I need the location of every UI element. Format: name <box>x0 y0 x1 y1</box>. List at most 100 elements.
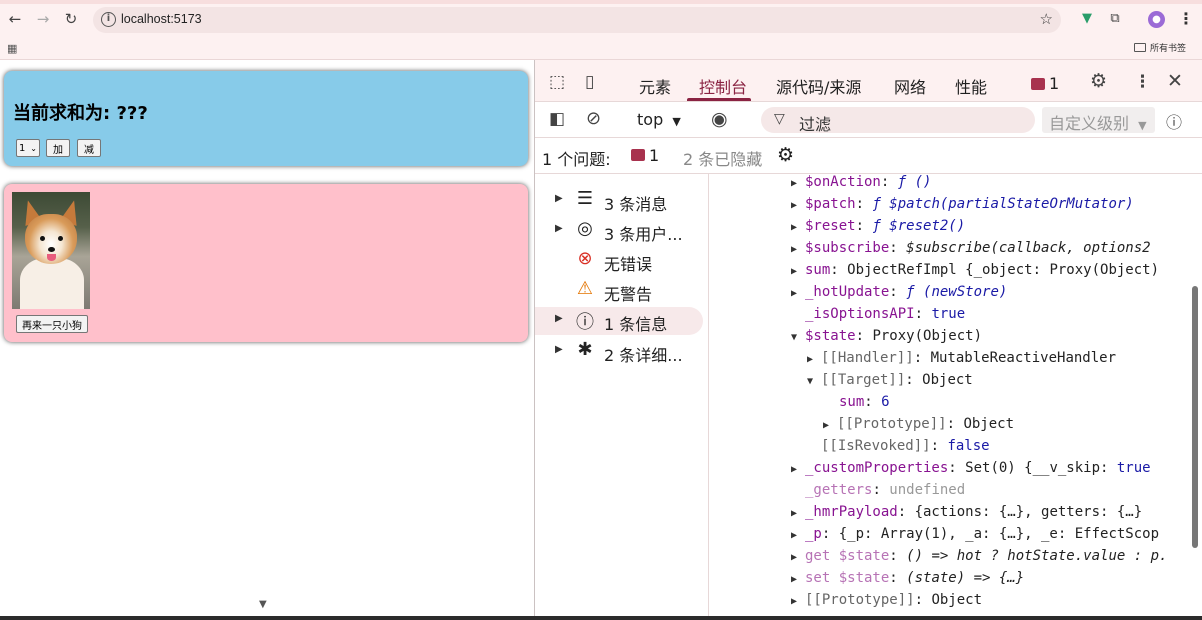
sidebar-item-messages[interactable]: ▶ ☰ 3 条消息 <box>535 187 703 215</box>
user-icon: ◎ <box>577 218 593 239</box>
expand-icon[interactable]: ▶ <box>791 174 805 195</box>
info-icon[interactable]: ⓘ <box>1166 109 1182 133</box>
context-selector[interactable]: top ▼ <box>637 110 681 129</box>
console-line[interactable]: ▶ $patch: ƒ $patch(partialStateOrMutator) <box>791 193 1134 215</box>
console-line[interactable]: _isOptionsAPI: true <box>805 303 965 325</box>
expand-icon[interactable]: ▶ <box>791 591 805 613</box>
console-line[interactable]: _getters: undefined <box>805 479 965 501</box>
inspect-element-icon[interactable]: ⬚ <box>549 72 565 92</box>
all-bookmarks[interactable]: 所有书签 <box>1134 41 1186 54</box>
tab-performance[interactable]: 性能 <box>955 74 987 98</box>
expand-icon[interactable]: ▶ <box>555 193 563 204</box>
close-icon[interactable]: ✕ <box>1167 70 1183 92</box>
console-line[interactable]: sum: 6 <box>839 391 890 413</box>
console-line[interactable]: ▶ get $state: () => hot ? hotState.value … <box>791 545 1167 567</box>
prop-value: true <box>1116 460 1151 476</box>
expand-icon[interactable]: ▶ <box>791 195 805 217</box>
prop-key: _getters <box>805 482 873 498</box>
address-bar[interactable]: i localhost:5173 ☆ <box>93 7 1061 33</box>
reload-icon[interactable]: ↻ <box>63 11 79 27</box>
clear-console-icon[interactable]: ⊘ <box>586 108 601 129</box>
messages-badge[interactable]: 1 <box>1031 74 1059 93</box>
tab-network[interactable]: 网络 <box>894 74 926 98</box>
console-output[interactable]: ▶ $onAction: ƒ () ▶ $patch: ƒ $patch(parti… <box>709 174 1191 620</box>
error-icon: ⊗ <box>577 248 593 269</box>
expand-icon[interactable]: ▶ <box>791 547 805 569</box>
expand-icon[interactable]: ▶ <box>823 415 837 437</box>
menu-icon[interactable]: ⋮ <box>1178 9 1194 28</box>
prop-key: $reset <box>805 218 856 234</box>
expand-icon[interactable]: ▶ <box>791 525 805 547</box>
profile-icon[interactable]: ● <box>1148 11 1165 28</box>
apps-icon[interactable]: ▦ <box>7 42 17 55</box>
console-line[interactable]: ▶ set $state: (state) => {…} <box>791 567 1024 589</box>
console-line[interactable]: ▶ _p: {_p: Array(1), _a: {…}, _e: EffectS… <box>791 523 1159 545</box>
expand-icon[interactable]: ▶ <box>791 283 805 305</box>
sidebar-toggle-icon[interactable]: ◧ <box>549 109 565 129</box>
console-line[interactable]: ▶ $reset: ƒ $reset2() <box>791 215 965 237</box>
prop-value: ƒ (newStore) <box>906 284 1008 300</box>
add-button[interactable]: 加 <box>46 139 70 157</box>
settings-icon[interactable]: ⚙ <box>777 144 794 166</box>
sidebar-item-verbose[interactable]: ▶ ✱ 2 条详细... <box>535 338 703 366</box>
settings-icon[interactable]: ⚙ <box>1090 70 1107 92</box>
console-line[interactable]: ▶ _hotUpdate: ƒ (newStore) <box>791 281 1007 303</box>
sidebar-item-errors[interactable]: ⊗ 无错误 <box>535 247 703 275</box>
warning-icon: ⚠ <box>576 278 594 299</box>
filter-input[interactable]: ▽ 过滤 <box>761 107 1035 134</box>
tab-sources[interactable]: 源代码/来源 <box>776 74 861 98</box>
star-icon[interactable]: ☆ <box>1040 10 1053 28</box>
all-bookmarks-label: 所有书签 <box>1150 44 1187 54</box>
console-line[interactable]: ▼ [[Target]]: Object <box>807 369 973 391</box>
subtract-button[interactable]: 减 <box>77 139 101 157</box>
expand-icon[interactable]: ▶ <box>555 223 563 234</box>
console-line[interactable]: ▶ sum: ObjectRefImpl {_object: Proxy(Obje… <box>791 259 1159 281</box>
url-text[interactable]: localhost:5173 <box>121 12 202 26</box>
expand-icon[interactable]: ▶ <box>791 569 805 591</box>
device-toolbar-icon[interactable]: ▯ <box>585 72 594 92</box>
console-line[interactable]: ▶ _hmrPayload: {actions: {…}, getters: {…… <box>791 501 1142 523</box>
more-options-icon[interactable]: ⋮ <box>1134 72 1151 92</box>
vue-devtools-icon[interactable]: ▼ <box>1078 10 1096 28</box>
scroll-down-icon[interactable]: ▼ <box>259 599 267 610</box>
extensions-icon[interactable]: ⧉ <box>1106 10 1124 28</box>
expand-icon[interactable]: ▶ <box>791 217 805 239</box>
tab-console[interactable]: 控制台 <box>699 74 747 98</box>
collapse-icon[interactable]: ▼ <box>807 371 821 393</box>
console-scrollbar[interactable] <box>1192 286 1198 548</box>
sidebar-item-user-messages[interactable]: ▶ ◎ 3 条用户... <box>535 217 703 245</box>
issues-count[interactable]: 1 <box>649 146 659 165</box>
console-line[interactable]: [[IsRevoked]]: false <box>821 435 990 457</box>
tab-elements[interactable]: 元素 <box>639 74 671 98</box>
expand-icon[interactable]: ▶ <box>791 261 805 283</box>
forward-icon[interactable]: → <box>35 11 51 27</box>
expand-icon[interactable]: ▶ <box>555 344 563 355</box>
back-icon[interactable]: ← <box>7 11 23 27</box>
console-line[interactable]: ▶ [[Prototype]]: Object <box>791 589 982 611</box>
another-dog-button[interactable]: 再来一只小狗 <box>16 315 88 333</box>
expand-icon[interactable]: ▶ <box>807 349 821 371</box>
log-levels-dropdown[interactable]: 自定义级别 ▼ <box>1042 107 1155 133</box>
step-select[interactable]: 1 ⌄ <box>16 139 40 157</box>
expand-icon[interactable]: ▶ <box>791 239 805 261</box>
eye-icon[interactable]: ◉ <box>711 108 728 130</box>
sidebar-item-warnings[interactable]: ⚠ 无警告 <box>535 277 703 305</box>
dog-tongue <box>47 254 56 261</box>
sidebar-item-info[interactable]: ▶ ⓘ 1 条信息 <box>535 307 703 335</box>
expand-icon[interactable]: ▶ <box>791 503 805 525</box>
expand-icon[interactable]: ▶ <box>791 459 805 481</box>
info-icon: ⓘ <box>576 312 594 333</box>
console-toolbar: ◧ ⊘ top ▼ ◉ ▽ 过滤 自定义级别 ▼ ⓘ <box>535 102 1202 138</box>
console-line[interactable]: ▼ $state: Proxy(Object) <box>791 325 982 347</box>
console-sidebar: ▶ ☰ 3 条消息 ▶ ◎ 3 条用户... ⊗ 无错误 ⚠ 无警告 ▶ ⓘ 1… <box>535 174 709 620</box>
console-line[interactable]: ▶ [[Handler]]: MutableReactiveHandler <box>807 347 1116 369</box>
dog-eye <box>40 236 45 241</box>
console-line[interactable]: ▶ [[Prototype]]: Object <box>823 413 1014 435</box>
console-line[interactable]: ▶ $onAction: ƒ () <box>791 174 931 193</box>
expand-icon[interactable]: ▶ <box>555 313 563 324</box>
console-line[interactable]: ▶ _customProperties: Set(0) {__v_skip: tr… <box>791 457 1151 479</box>
caret-down-icon: ▼ <box>672 115 681 128</box>
console-line[interactable]: ▶ $subscribe: $subscribe(callback, option… <box>791 237 1151 259</box>
collapse-icon[interactable]: ▼ <box>791 327 805 349</box>
info-icon[interactable]: i <box>101 12 116 27</box>
